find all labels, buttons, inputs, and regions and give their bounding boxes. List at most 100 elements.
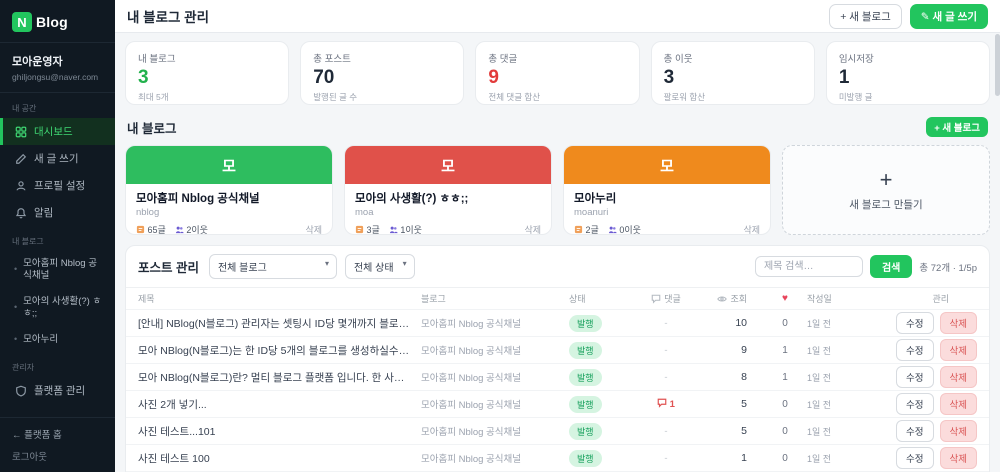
sidebar: N Blog 모아운영자 ghiljongsu@naver.com 내 공간 대… (0, 0, 115, 472)
post-date: 1일 전 (807, 398, 871, 411)
post-status: 발행 (569, 449, 631, 467)
blog-delete-link[interactable]: 삭제 (743, 223, 760, 235)
posts-count: 3글 (355, 223, 380, 235)
blog-banner: 모 (564, 146, 770, 184)
delete-button[interactable]: 삭제 (940, 312, 977, 334)
write-icon (15, 153, 27, 165)
posts-header: 포스트 관리 전체 블로그 ▾ 전체 상태 ▾ 검색 총 72개 · 1/5p (126, 246, 989, 287)
main-area: 내 블로그 관리 + 새 블로그 ✎ 새 글 쓰기 내 블로그 3 최대 5개 … (115, 0, 1000, 472)
new-blog-small-button[interactable]: + 새 블로그 (926, 117, 988, 137)
neighbors-count: 2이웃 (175, 223, 208, 235)
blog-banner: 모 (345, 146, 551, 184)
edit-button[interactable]: 수정 (896, 312, 933, 334)
blog-card-footer: 65글 2이웃 삭제 (136, 223, 322, 235)
sidebar-blog-item-3[interactable]: • 모아누리 (0, 327, 115, 353)
post-title[interactable]: 모아 NBlog(N블로그)란? 멀티 블로그 플랫폼 입니다. 한 사람이 여… (138, 370, 421, 385)
post-views: 8 (701, 371, 763, 383)
memo-icon (355, 225, 364, 234)
heart-icon: ♥ (782, 293, 788, 304)
status-filter-value: 전체 상태 (354, 263, 394, 274)
new-post-button[interactable]: ✎ 새 글 쓰기 (910, 4, 988, 29)
edit-button[interactable]: 수정 (896, 339, 933, 361)
post-title[interactable]: 사진 테스트...101 (138, 424, 421, 439)
dashboard-icon (15, 126, 27, 138)
memo-icon (574, 225, 583, 234)
stat-card-my-blogs: 내 블로그 3 최대 5개 (125, 41, 289, 105)
platform-home-link[interactable]: ← 플랫폼 홈 (12, 427, 103, 441)
post-title[interactable]: 사진 테스트 100 (138, 451, 421, 466)
section-label-myspace: 내 공간 (0, 93, 115, 118)
sidebar-blog-item-2[interactable]: • 모아의 사생활(?) ㅎㅎ;; (0, 289, 115, 327)
blog-delete-link[interactable]: 삭제 (305, 223, 322, 235)
col-likes: ♥ (763, 293, 807, 304)
eye-icon (717, 294, 727, 304)
table-row: 사진 2개 넣기... 모아홈피 Nblog 공식채널 발행 1 5 0 1일 … (126, 390, 989, 417)
post-comments: - (631, 453, 701, 464)
new-blog-button[interactable]: + 새 블로그 (829, 4, 902, 29)
delete-button[interactable]: 삭제 (940, 447, 977, 469)
blog-filter-select[interactable]: 전체 블로그 ▾ (209, 254, 337, 279)
sidebar-item-dashboard[interactable]: 대시보드 (0, 118, 115, 145)
blog-delete-link[interactable]: 삭제 (524, 223, 541, 235)
sidebar-blog-item-1[interactable]: • 모아홈피 Nblog 공식채널 (0, 251, 115, 289)
scrollbar-thumb[interactable] (995, 34, 1000, 96)
post-manage: 수정 삭제 (871, 447, 977, 469)
status-badge: 발행 (569, 396, 602, 413)
post-comments: - (631, 318, 701, 329)
sidebar-item-label: 프로필 설정 (34, 178, 85, 193)
col-status: 상태 (569, 292, 631, 305)
search-input[interactable] (755, 256, 863, 277)
stat-label: 내 블로그 (138, 51, 276, 65)
post-manage: 수정 삭제 (871, 420, 977, 442)
sidebar-item-profile-settings[interactable]: 프로필 설정 (0, 172, 115, 199)
post-views: 1 (701, 452, 763, 464)
blog-initial: 모 (660, 155, 674, 176)
edit-button[interactable]: 수정 (896, 447, 933, 469)
page-title: 내 블로그 관리 (127, 6, 209, 26)
post-title[interactable]: 사진 2개 넣기... (138, 397, 421, 412)
logout-link[interactable]: 로그아웃 (12, 449, 103, 463)
sidebar-item-label: 대시보드 (34, 124, 73, 139)
post-likes: 0 (763, 318, 807, 329)
edit-button[interactable]: 수정 (896, 393, 933, 415)
delete-button[interactable]: 삭제 (940, 420, 977, 442)
post-blog: 모아홈피 Nblog 공식채널 (421, 397, 569, 411)
post-title[interactable]: [안내] NBlog(N블로그) 관리자는 셋팅시 ID당 몇개까지 블로그를 … (138, 316, 421, 331)
post-views: 10 (701, 317, 763, 329)
bullet-icon: • (14, 334, 17, 345)
edit-button[interactable]: 수정 (896, 366, 933, 388)
status-filter-select[interactable]: 전체 상태 ▾ (345, 254, 415, 279)
post-title[interactable]: 모아 NBlog(N블로그)는 한 ID당 5개의 블로그를 생성하실수 있습니… (138, 343, 421, 358)
blog-card-2[interactable]: 모 모아의 사생활(?) ㅎㅎ;; moa 3글 1이웃 삭제 (344, 145, 552, 235)
sidebar-item-platform-admin[interactable]: 플랫폼 관리 (0, 377, 115, 404)
delete-button[interactable]: 삭제 (940, 366, 977, 388)
post-comments: - (631, 345, 701, 356)
users-icon (175, 225, 184, 234)
app-logo[interactable]: N Blog (0, 0, 115, 43)
sidebar-item-new-post[interactable]: 새 글 쓰기 (0, 145, 115, 172)
post-views: 5 (701, 425, 763, 437)
profile-icon (15, 180, 27, 192)
posts-table-header: 제목 블로그 상태 댓글 조회 ♥ 작성일 관리 (126, 287, 989, 309)
search-button[interactable]: 검색 (870, 255, 912, 278)
post-comments: - (631, 426, 701, 437)
create-blog-card[interactable]: + 새 블로그 만들기 (782, 145, 990, 235)
status-badge: 발행 (569, 423, 602, 440)
sidebar-item-notifications[interactable]: 알림 (0, 199, 115, 226)
edit-button[interactable]: 수정 (896, 420, 933, 442)
blog-handle: nblog (136, 207, 322, 218)
posts-total-label: 총 72개 · 1/5p (919, 260, 977, 274)
delete-button[interactable]: 삭제 (940, 339, 977, 361)
post-comments: - (631, 372, 701, 383)
logo-n-badge: N (12, 12, 32, 32)
sidebar-item-label: 새 글 쓰기 (34, 151, 78, 166)
scrollbar[interactable] (995, 34, 1000, 472)
blog-card-1[interactable]: 모 모아홈피 Nblog 공식채널 nblog 65글 2이웃 삭제 (125, 145, 333, 235)
delete-button[interactable]: 삭제 (940, 393, 977, 415)
sidebar-item-label: 플랫폼 관리 (34, 383, 85, 398)
post-views: 9 (701, 344, 763, 356)
logo-text: Blog (36, 14, 68, 30)
blog-card-3[interactable]: 모 모아누리 moanuri 2글 0이웃 삭제 (563, 145, 771, 235)
stat-label: 임시저장 (839, 51, 977, 65)
plus-icon: + (880, 169, 893, 191)
